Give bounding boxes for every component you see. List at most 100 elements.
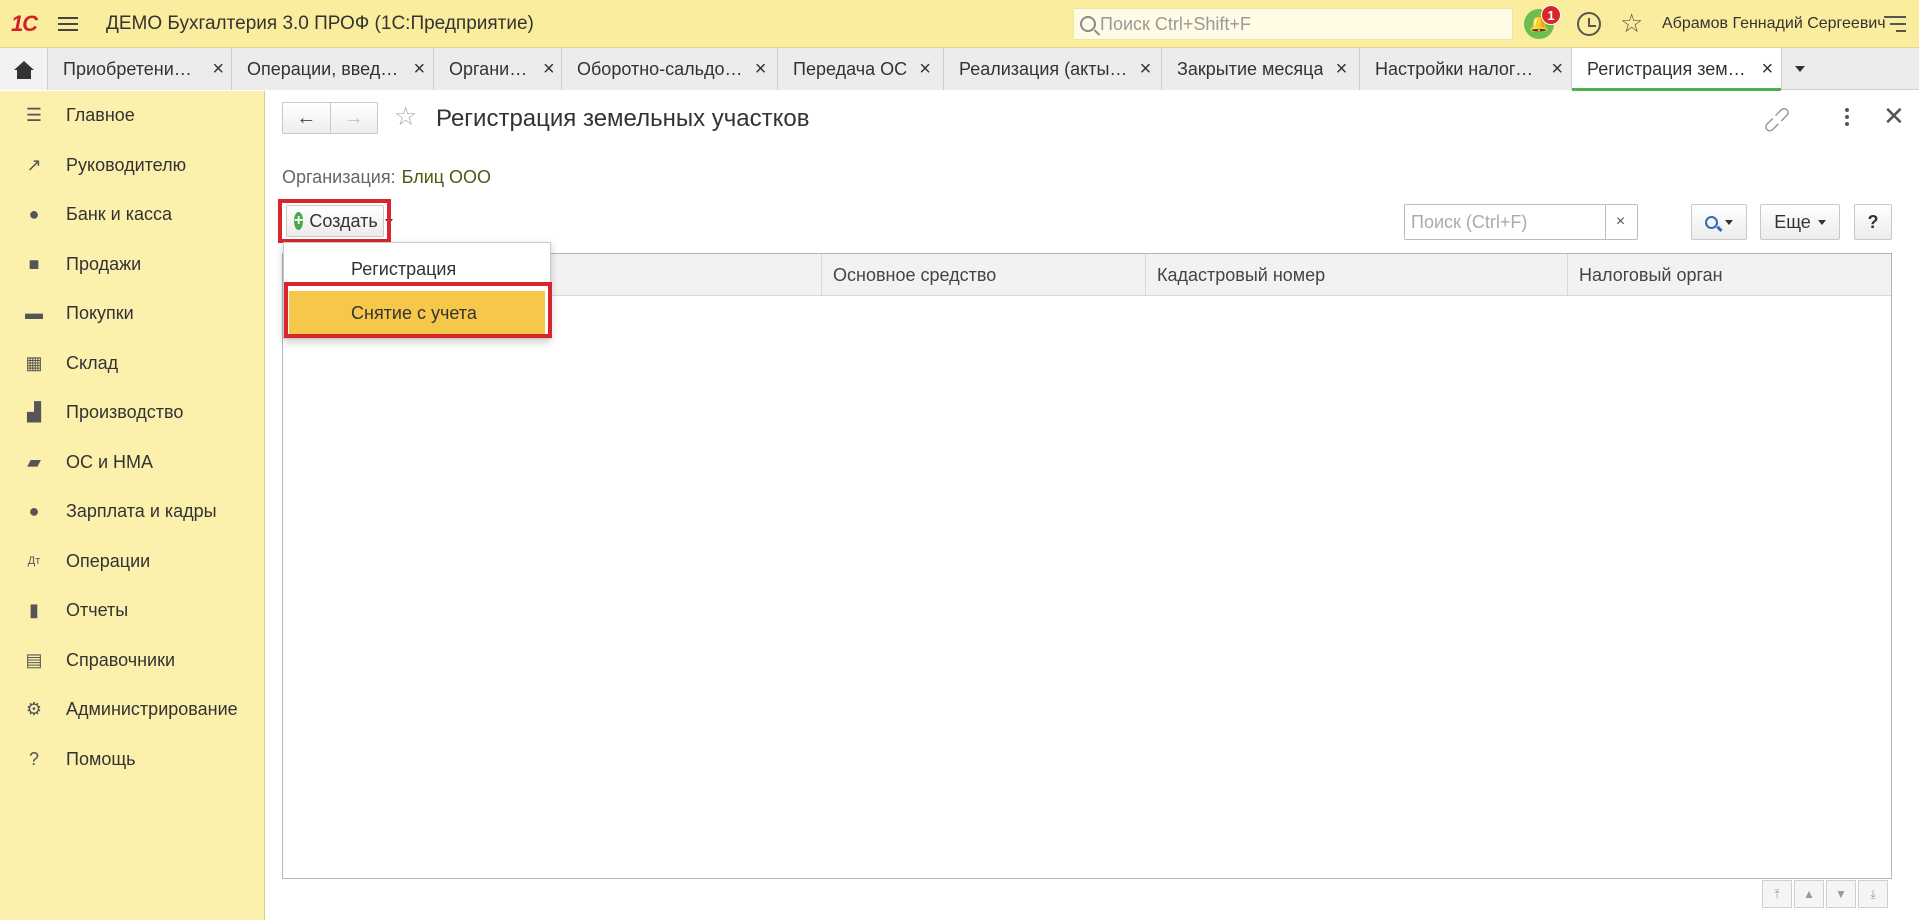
tab-zakrytie-mesyaca[interactable]: Закрытие месяца × — [1162, 48, 1360, 90]
factory-icon: ▟ — [27, 402, 41, 423]
list-search-input[interactable] — [1405, 211, 1605, 233]
close-tab-icon[interactable]: × — [412, 58, 427, 81]
tab-peredacha-os[interactable]: Передача ОС × — [778, 48, 944, 90]
1c-logo: 1С — [10, 10, 38, 36]
forward-arrow-icon[interactable]: → — [331, 103, 378, 133]
page-title: Регистрация земельных участков — [436, 105, 810, 132]
more-actions-icon[interactable] — [1845, 108, 1849, 126]
sidebar-item-operacii[interactable]: Дт Операции — [0, 537, 264, 587]
organization-value[interactable]: Блиц ООО — [402, 167, 491, 187]
home-icon — [13, 60, 34, 79]
favorites-star-icon[interactable]: ☆ — [1620, 8, 1643, 38]
close-tab-icon[interactable]: × — [543, 58, 555, 81]
scroll-to-top-icon[interactable]: ⤒ — [1762, 880, 1792, 908]
home-tab[interactable] — [0, 48, 48, 90]
menu-item-snyatie-s-ucheta[interactable]: Снятие с учета — [289, 291, 545, 335]
cart-icon: ▬ — [25, 303, 43, 324]
find-button[interactable] — [1691, 204, 1747, 240]
sidebar-item-glavnoe[interactable]: ☰ Главное — [0, 91, 264, 141]
close-tab-icon[interactable]: × — [1137, 58, 1153, 81]
records-table[interactable]: Дата записи Основное средство Кадастровы… — [282, 253, 1892, 879]
dt-kt-icon: Дт — [27, 555, 41, 568]
sidebar-item-pokupki[interactable]: ▬ Покупки — [0, 289, 264, 339]
sidebar-item-proizvodstvo[interactable]: ▟ Производство — [0, 388, 264, 438]
notification-count-badge: 1 — [1541, 5, 1561, 25]
person-icon: ● — [28, 501, 40, 522]
close-tab-icon[interactable]: × — [211, 58, 225, 81]
tab-priobretenie[interactable]: Приобретение зе… × — [48, 48, 232, 90]
column-header-cadastral-number[interactable]: Кадастровый номер — [1146, 254, 1568, 296]
scroll-to-bottom-icon[interactable]: ⤓ — [1858, 880, 1888, 908]
tab-organizacii[interactable]: Организации × — [434, 48, 562, 90]
sidebar-item-spravochniki[interactable]: ▤ Справочники — [0, 636, 264, 686]
create-button-label: Создать — [309, 210, 378, 231]
global-search-field[interactable] — [1073, 8, 1513, 40]
close-tab-icon[interactable]: × — [917, 58, 933, 81]
sidebar-item-os-nma[interactable]: ▰ ОС и НМА — [0, 438, 264, 488]
sidebar-item-label: Помощь — [66, 748, 136, 769]
clear-search-icon[interactable]: × — [1605, 205, 1635, 239]
sidebar-item-label: Зарплата и кадры — [66, 501, 217, 522]
tab-nastroiki-nalogov[interactable]: Настройки налого… × — [1360, 48, 1572, 90]
more-tabs-dropdown[interactable] — [1782, 48, 1818, 90]
chevron-down-icon — [1817, 219, 1826, 225]
sidebar-item-administrirovanie[interactable]: ⚙ Администрирование — [0, 685, 264, 735]
tab-label: Оборотно-сальдо… — [577, 58, 743, 79]
sidebar-item-otchety[interactable]: ▮ Отчеты — [0, 586, 264, 636]
search-icon — [1080, 16, 1096, 32]
scroll-up-icon[interactable]: ▲ — [1794, 880, 1824, 908]
table-scroll-buttons: ⤒ ▲ ▼ ⤓ — [1760, 880, 1888, 908]
question-icon: ? — [28, 748, 39, 769]
tab-operacii-vvedennye[interactable]: Операции, введе… × — [232, 48, 434, 90]
sidebar-item-label: Главное — [66, 105, 135, 126]
tab-registraciya-zemelnyh[interactable]: Регистрация земе… × — [1572, 48, 1782, 91]
create-button[interactable]: + Создать — [286, 205, 393, 237]
tab-label: Реализация (акты… — [959, 58, 1128, 79]
tab-realizaciya[interactable]: Реализация (акты… × — [944, 48, 1162, 90]
history-navigation: ← → — [282, 102, 378, 134]
more-button-label: Еще — [1774, 211, 1811, 232]
close-form-icon[interactable]: ✕ — [1883, 101, 1905, 131]
gear-icon: ⚙ — [25, 699, 43, 720]
scroll-down-icon[interactable]: ▼ — [1826, 880, 1856, 908]
chevron-down-icon — [1725, 219, 1733, 225]
close-tab-icon[interactable]: × — [1333, 58, 1349, 81]
sidebar-item-label: ОС и НМА — [66, 451, 154, 472]
app-title: ДЕМО Бухгалтерия 3.0 ПРОФ (1С:Предприяти… — [106, 12, 534, 34]
open-tabs-bar: Приобретение зе… × Операции, введе… × Орга… — [0, 48, 1919, 91]
books-icon: ▤ — [25, 649, 43, 670]
truck-icon: ▰ — [27, 451, 41, 472]
current-user-name[interactable]: Абрамов Геннадий Сергеевич — [1662, 15, 1886, 33]
sidebar-item-prodazhi[interactable]: ■ Продажи — [0, 240, 264, 290]
settings-menu-icon[interactable] — [1884, 16, 1906, 34]
trend-icon: ↗ — [26, 154, 42, 175]
sidebar-item-rukovoditelyu[interactable]: ↗ Руководителю — [0, 141, 264, 191]
close-tab-icon[interactable]: × — [753, 58, 769, 81]
sidebar-item-label: Склад — [66, 352, 119, 373]
organization-label: Организация: — [282, 167, 396, 187]
sidebar-item-pomosch[interactable]: ? Помощь — [0, 735, 264, 785]
sidebar-item-label: Руководителю — [66, 154, 187, 175]
tab-osv[interactable]: Оборотно-сальдо… × — [562, 48, 778, 90]
column-header-asset[interactable]: Основное средство — [822, 254, 1146, 296]
back-arrow-icon[interactable]: ← — [283, 103, 331, 133]
more-button[interactable]: Еще — [1760, 204, 1840, 240]
sidebar-item-zarplata[interactable]: ● Зарплата и кадры — [0, 487, 264, 537]
add-to-favorites-star-icon[interactable]: ☆ — [394, 101, 417, 131]
list-search-field[interactable]: × — [1404, 204, 1638, 240]
close-tab-icon[interactable]: × — [1549, 58, 1565, 81]
column-header-tax-authority[interactable]: Налоговый орган — [1568, 254, 1891, 296]
history-icon[interactable] — [1577, 12, 1601, 36]
main-menu-button[interactable] — [48, 0, 88, 48]
link-icon[interactable]: ⊂⊃ — [1756, 99, 1797, 140]
tab-label: Операции, введе… — [247, 58, 402, 79]
form-area: ← → ☆ Регистрация земельных участков ⊂⊃ … — [266, 91, 1919, 920]
help-button[interactable]: ? — [1854, 204, 1892, 240]
warehouse-icon: ▦ — [25, 352, 43, 373]
sidebar-item-bank-kassa[interactable]: ● Банк и касса — [0, 190, 264, 240]
global-search-input[interactable] — [1100, 13, 1500, 35]
close-tab-icon[interactable]: × — [1760, 58, 1775, 81]
tab-label: Организации — [449, 58, 533, 79]
menu-item-registraciya[interactable]: Регистрация — [284, 247, 550, 291]
sidebar-item-sklad[interactable]: ▦ Склад — [0, 339, 264, 389]
